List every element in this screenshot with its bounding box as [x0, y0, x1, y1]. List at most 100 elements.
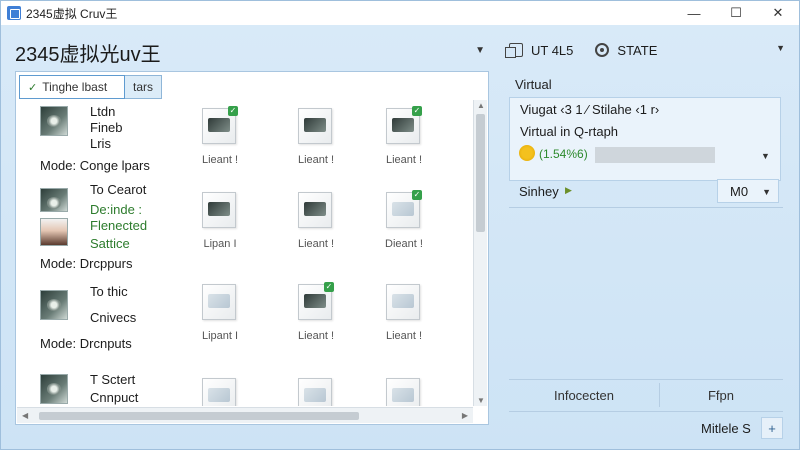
- left-header: 2345虚拟光uv王 ▼: [15, 39, 485, 66]
- chevron-down-icon[interactable]: ▼: [761, 151, 770, 161]
- chevron-down-icon: ▼: [762, 187, 771, 197]
- scroll-down-icon[interactable]: ▼: [477, 396, 485, 405]
- check-badge-icon: ✓: [228, 106, 238, 116]
- disc-thumbnail: [40, 290, 68, 320]
- check-badge-icon: ✓: [412, 106, 422, 116]
- entry-mode: Mode: Conge lpars: [40, 158, 150, 173]
- grid-cell[interactable]: ✓ Lieant !: [286, 282, 346, 352]
- cell-label: Lieant !: [201, 154, 239, 166]
- virtual-info-box: Viugat ‹3 1 ⁄ Stilahe ‹1 r› Virtual in Q…: [509, 97, 781, 181]
- gear-icon[interactable]: [595, 43, 610, 57]
- grid-cell[interactable]: [286, 376, 346, 406]
- chevron-down-icon[interactable]: ▼: [776, 43, 785, 53]
- cell-label: Dieant !: [385, 238, 423, 250]
- check-badge-icon: ✓: [324, 282, 334, 292]
- maximize-button[interactable]: ☐: [715, 1, 757, 25]
- scroll-left-icon[interactable]: ◀: [22, 411, 28, 420]
- drive-thumbnail: [202, 284, 236, 320]
- entry-line: Cnivecs: [90, 310, 137, 325]
- cell-label: Lieant !: [385, 330, 423, 342]
- drive-thumbnail: [298, 108, 332, 144]
- status-value: (1.54%6): [539, 147, 588, 161]
- chevron-down-icon[interactable]: ▼: [475, 45, 485, 56]
- info-line: Viugat ‹3 1 ⁄ Stilahe ‹1 r›: [520, 102, 660, 117]
- mode-select[interactable]: M0 ▼: [717, 179, 779, 203]
- tab-main-label: Tinghe lbast: [42, 80, 108, 94]
- drive-thumbnail: [298, 378, 332, 406]
- grid-cell[interactable]: ✓ Lieant !: [190, 106, 250, 176]
- play-arrow-icon[interactable]: ▶: [565, 185, 572, 196]
- media-row: To thic Cnivecs Mode: Drcnputs Lipant I …: [16, 280, 472, 366]
- grid-cell[interactable]: Lieant !: [286, 106, 346, 176]
- list-item[interactable]: To Cearot De:inde : Flenected Sattice Mo…: [26, 182, 176, 271]
- scroll-thumb[interactable]: [476, 114, 485, 232]
- title-bar: 2345虚拟 Cruv王 — ☐ ✕: [1, 1, 799, 25]
- cell-label: Lieant !: [297, 330, 335, 342]
- check-icon: ✓: [28, 81, 38, 94]
- state-label: STATE: [617, 42, 658, 58]
- drive-thumbnail: ✓: [386, 190, 422, 228]
- entry-line: Cnnpuct: [90, 390, 139, 405]
- grid-cell[interactable]: Lipant I: [190, 282, 250, 352]
- app-window: 2345虚拟 Cruv王 — ☐ ✕ 2345虚拟光uv王 ▼ ✓ Tinghe…: [0, 0, 800, 450]
- window-title: 2345虚拟 Cruv王: [26, 6, 118, 21]
- list-item[interactable]: To thic Cnivecs Mode: Drcnputs: [26, 280, 176, 366]
- media-row: Ltdn Fineb Lris Mode: Conge lpars ✓ Liea…: [16, 100, 472, 186]
- cell-label: Lieant !: [297, 154, 335, 166]
- entry-line: De:inde :: [90, 202, 143, 217]
- footer-label: Mitlele S: [701, 421, 751, 436]
- grid-cell[interactable]: Lipan I: [190, 190, 250, 260]
- drive-thumbnail: [202, 192, 236, 228]
- grid-cell[interactable]: [190, 376, 250, 406]
- drive-thumbnail: [386, 284, 420, 320]
- info-button[interactable]: Infocecten: [509, 388, 659, 403]
- cell-label: Lieant !: [297, 238, 335, 250]
- disc-thumbnail: [40, 374, 68, 404]
- vertical-scrollbar[interactable]: ▲ ▼: [473, 100, 487, 406]
- drive-thumbnail: [202, 378, 236, 406]
- entry-line: Sattice: [90, 236, 130, 251]
- add-button[interactable]: +: [761, 417, 783, 439]
- grid-cell[interactable]: ✓ Dieant !: [374, 190, 434, 260]
- mode-select-value: M0: [730, 183, 749, 199]
- tab-secondary[interactable]: tars: [125, 75, 163, 99]
- divider: [509, 411, 783, 412]
- drive-thumbnail: [298, 192, 332, 228]
- tab-main[interactable]: ✓ Tinghe lbast: [19, 75, 125, 99]
- divider: [509, 207, 783, 208]
- horizontal-scrollbar[interactable]: ◀ ▶: [17, 407, 473, 423]
- open-button[interactable]: Ffpn: [659, 388, 783, 403]
- grid-cell[interactable]: [374, 376, 434, 406]
- drive-thumbnail: ✓: [386, 106, 422, 144]
- media-grid: Ltdn Fineb Lris Mode: Conge lpars ✓ Liea…: [16, 100, 472, 406]
- entry-line: Fineb: [90, 120, 123, 135]
- grid-cell[interactable]: Lieant !: [374, 282, 434, 352]
- info-line: Virtual in Q-rtaph: [520, 124, 619, 139]
- entry-line: T Sctert: [90, 372, 136, 387]
- list-item[interactable]: T Sctert Cnnpuct: [26, 362, 176, 406]
- check-badge-icon: ✓: [412, 190, 422, 200]
- entry-line: To Cearot: [90, 182, 147, 197]
- grid-cell[interactable]: ✓ Lieant !: [374, 106, 434, 176]
- scroll-up-icon[interactable]: ▲: [477, 101, 485, 110]
- portrait-thumbnail: [40, 218, 68, 246]
- minimize-button[interactable]: —: [673, 1, 715, 25]
- copy-icon[interactable]: [505, 43, 523, 58]
- media-row: To Cearot De:inde : Flenected Sattice Mo…: [16, 182, 472, 271]
- entry-mode: Mode: Drcppurs: [40, 256, 133, 271]
- close-button[interactable]: ✕: [757, 1, 799, 25]
- list-item[interactable]: Ltdn Fineb Lris Mode: Conge lpars: [26, 100, 176, 186]
- scroll-right-icon[interactable]: ▶: [462, 411, 468, 420]
- app-logo-icon: [7, 6, 21, 20]
- scroll-thumb[interactable]: [39, 412, 359, 420]
- sync-row: Sinhey ▶ M0 ▼: [509, 177, 781, 205]
- virtual-panel: Virtual Viugat ‹3 1 ⁄ Stilahe ‹1 r› Virt…: [509, 71, 787, 181]
- media-list-panel: ✓ Tinghe lbast tars Ltdn Fineb Lris Mode…: [15, 71, 489, 425]
- entry-line: Flenected: [90, 218, 148, 233]
- sun-icon: [519, 145, 535, 161]
- drive-thumbnail: ✓: [298, 282, 334, 320]
- tab-secondary-label: tars: [133, 80, 154, 94]
- media-row: T Sctert Cnnpuct: [16, 362, 472, 406]
- grid-cell[interactable]: Lieant !: [286, 190, 346, 260]
- sync-label: Sinhey: [519, 184, 559, 199]
